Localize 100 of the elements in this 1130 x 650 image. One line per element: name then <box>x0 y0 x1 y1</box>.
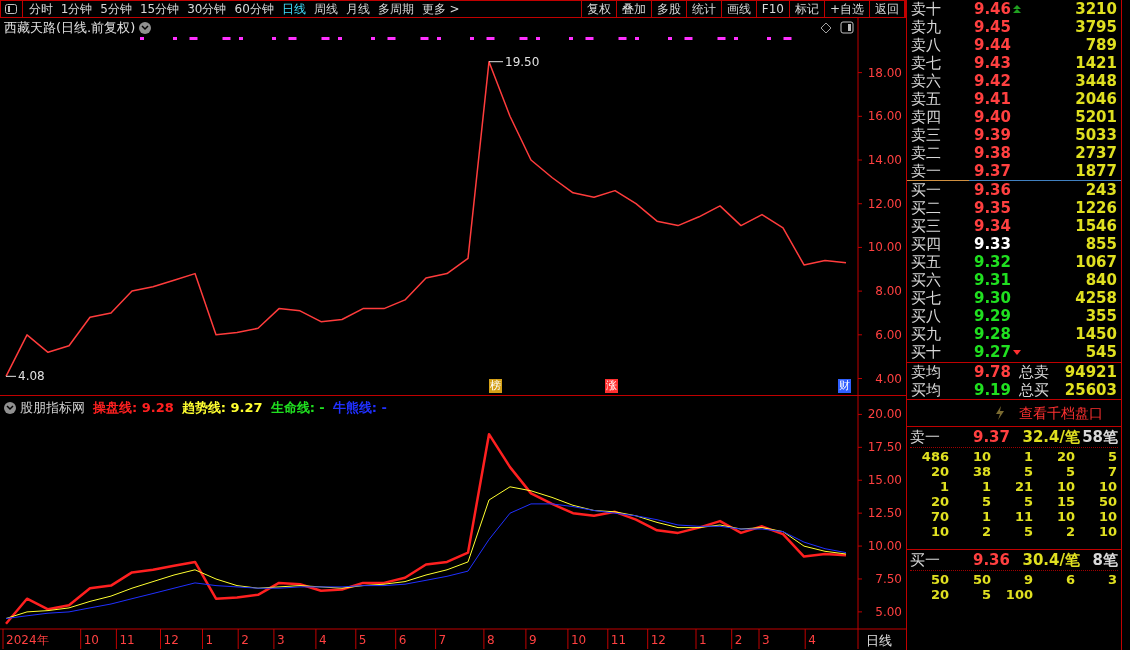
period-tab[interactable]: 周线 <box>313 0 338 18</box>
toolbar-button[interactable]: 叠加 <box>616 1 652 17</box>
period-tab[interactable]: 多周期 <box>377 0 414 18</box>
period-tab[interactable]: 15分钟 <box>139 0 180 18</box>
period-tab[interactable]: 分时 <box>28 0 53 18</box>
period-tab[interactable]: 30分钟 <box>187 0 227 18</box>
panel-icon[interactable] <box>840 21 854 34</box>
x-axis-label: 5 <box>355 628 367 649</box>
y-tick-label: 5.00 <box>875 604 902 619</box>
level-label: 买七 <box>910 289 942 307</box>
toolbar-button[interactable]: 标记 <box>789 1 825 17</box>
max-price-label: 19.50 <box>488 54 540 69</box>
toolbar-button[interactable]: 统计 <box>686 1 722 17</box>
period-tab[interactable]: 更多 > <box>421 0 460 18</box>
x-axis-label: 2 <box>237 628 249 649</box>
price-value: 9.35 <box>973 199 1011 217</box>
toolbar-button[interactable]: +自选 <box>824 1 870 17</box>
y-axis-label: 10.00 <box>857 240 902 255</box>
price-value: 9.45 <box>973 18 1011 36</box>
period-tab[interactable]: 60分钟 <box>234 0 274 18</box>
chevron-down-icon[interactable] <box>4 401 16 414</box>
level-label: 买六 <box>910 271 942 289</box>
queue-cell-text: 10 <box>1055 479 1075 494</box>
volume-value: 855 <box>1084 235 1118 253</box>
queue-cell-text: 6 <box>1064 572 1075 587</box>
toolbar-button[interactable]: 多股 <box>651 1 687 17</box>
y-axis-label: 5.00 <box>857 604 902 619</box>
queue-label: 卖一 <box>910 426 941 448</box>
volume-value: 1450 <box>1074 325 1118 343</box>
price-value: 9.36 <box>973 181 1011 199</box>
toolbar-button[interactable]: 返回 <box>870 1 905 17</box>
legend-item: 牛熊线: - <box>332 399 387 417</box>
price-value: 9.33 <box>973 235 1011 253</box>
queue-cell-text: 10 <box>929 524 949 539</box>
min-price-label: 4.08 <box>5 369 45 384</box>
toolbar-button[interactable]: 画线 <box>721 1 757 17</box>
queue-cell-text: 5 <box>1022 464 1033 479</box>
event-badge[interactable]: 财 <box>837 379 851 393</box>
x-axis-label: 4 <box>315 628 327 649</box>
price-value: 9.27 <box>973 343 1011 361</box>
queue-cell-text: 10 <box>1097 479 1117 494</box>
level-label: 买三 <box>910 217 942 235</box>
period-label: 日线 <box>866 632 892 650</box>
price-value: 9.46 <box>973 0 1011 18</box>
level-label: 买一 <box>910 181 942 199</box>
queue-cell-text: 10 <box>971 449 991 464</box>
y-tick-label: 10.00 <box>867 240 902 255</box>
volume-value: 1421 <box>1074 54 1118 72</box>
y-axis-label: 10.00 <box>857 539 902 554</box>
volume-value: 1877 <box>1074 162 1118 180</box>
y-tick-label: 15.00 <box>867 473 902 488</box>
y-tick-label: 12.50 <box>867 506 902 521</box>
period-tab[interactable]: 日线 <box>281 0 306 18</box>
volume-value: 3795 <box>1074 18 1118 36</box>
event-badge[interactable]: 涨 <box>604 379 618 393</box>
price-value: 9.37 <box>973 162 1011 180</box>
price-value: 9.43 <box>973 54 1011 72</box>
y-axis-label: 16.00 <box>857 109 902 124</box>
queue-cell-text: 2 <box>980 524 991 539</box>
x-axis-label: 12 <box>160 628 179 649</box>
x-axis-label: 12 <box>647 628 666 649</box>
y-tick-label: 10.00 <box>867 539 902 554</box>
x-axis-label: 1 <box>695 628 707 649</box>
queue-cell-text: 38 <box>971 464 991 479</box>
queue-cell-text: 10 <box>1097 509 1117 524</box>
level-label: 卖一 <box>910 162 942 180</box>
x-axis-label: 3 <box>273 628 285 649</box>
y-tick-label: 16.00 <box>867 109 902 124</box>
price-value: 9.42 <box>973 72 1011 90</box>
price-value: 9.34 <box>973 217 1011 235</box>
queue-cell-text: 50 <box>929 572 949 587</box>
volume-value: 1226 <box>1074 199 1118 217</box>
price-value: 9.39 <box>973 126 1011 144</box>
diamond-icon[interactable] <box>820 22 832 34</box>
volume-value: 789 <box>1084 36 1118 54</box>
queue-cell-text: 20 <box>929 464 949 479</box>
volume-value: 3210 <box>1074 0 1118 18</box>
period-tab[interactable]: 月线 <box>345 0 370 18</box>
queue-price: 9.36 <box>972 549 1010 571</box>
queue-cell-text: 20 <box>929 494 949 509</box>
x-axis-label: 9 <box>525 628 537 649</box>
y-axis-label: 4.00 <box>857 371 902 386</box>
queue-cell-text: 10 <box>1097 524 1117 539</box>
toolbar-button[interactable]: 复权 <box>581 1 617 17</box>
queue-cell-text: 20 <box>929 587 949 602</box>
x-axis-label: 6 <box>395 628 407 649</box>
y-axis-label: 12.50 <box>857 506 902 521</box>
legend-item: 趋势线: 9.27 <box>181 399 263 417</box>
chevron-down-icon[interactable] <box>139 21 152 34</box>
toolbar-button[interactable]: F10 <box>756 1 790 17</box>
depth-link[interactable]: 查看千档盘口 <box>1019 402 1103 424</box>
volume-value: 4258 <box>1074 289 1118 307</box>
queue-label: 买一 <box>910 549 941 571</box>
queue-cell-text: 5 <box>980 587 991 602</box>
period-tab[interactable]: 5分钟 <box>100 0 132 18</box>
x-axis-label: 2024年 <box>2 628 49 649</box>
queue-cell-text: 5 <box>1022 524 1033 539</box>
period-tab[interactable]: 1分钟 <box>60 0 93 18</box>
x-axis-label: 8 <box>483 628 495 649</box>
y-axis-label: 12.00 <box>857 196 902 211</box>
